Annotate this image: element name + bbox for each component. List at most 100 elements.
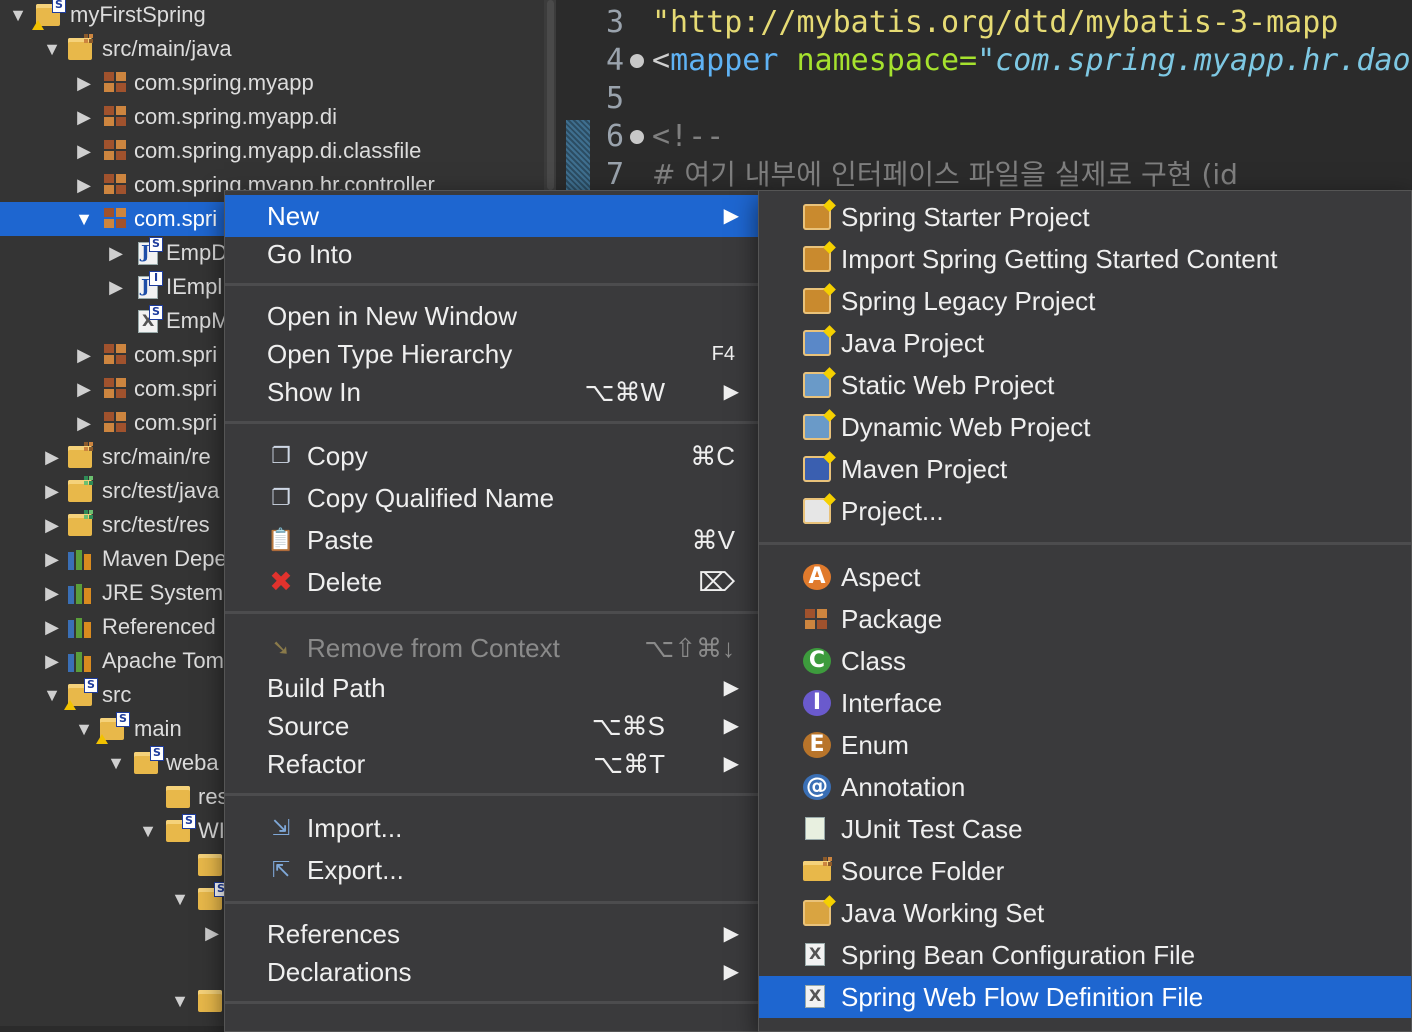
twisty-collapsed-icon[interactable]: ▶ <box>42 576 62 610</box>
menu-item-spring-starter-project[interactable]: Spring Starter Project <box>759 196 1411 238</box>
menu-item-spring-bean-config[interactable]: X Spring Bean Configuration File <box>759 934 1411 976</box>
twisty-expanded-icon[interactable]: ▼ <box>106 746 126 780</box>
menu-item-references[interactable]: References ▶ <box>225 913 761 955</box>
tree-item-package[interactable]: ▶ com.spring.myapp.di <box>0 100 556 134</box>
menu-shortcut: ⌘V <box>691 525 735 555</box>
menu-item-paste[interactable]: 📋 Paste ⌘V <box>225 519 761 561</box>
menu-item-label: New <box>267 201 320 231</box>
twisty-collapsed-icon[interactable]: ▶ <box>42 542 62 576</box>
twisty-expanded-icon[interactable]: ▼ <box>42 32 62 66</box>
menu-item-aspect[interactable]: A Aspect <box>759 556 1411 598</box>
menu-separator <box>225 611 761 614</box>
menu-separator <box>225 283 761 286</box>
menu-item-dynamic-web-project[interactable]: Dynamic Web Project <box>759 406 1411 448</box>
source-folder-icon <box>68 34 94 60</box>
menu-item-import-spring-content[interactable]: Import Spring Getting Started Content <box>759 238 1411 280</box>
menu-item-show-in[interactable]: Show In ⌥⌘W ▶ <box>225 371 761 413</box>
menu-item-copy-qualified-name[interactable]: ❐ Copy Qualified Name <box>225 477 761 519</box>
menu-item-project[interactable]: Project... <box>759 490 1411 532</box>
twisty-collapsed-icon[interactable]: ▶ <box>74 372 94 406</box>
tree-item-package[interactable]: ▶ com.spring.myapp.di.classfile <box>0 134 556 168</box>
twisty-collapsed-icon[interactable]: ▶ <box>42 474 62 508</box>
menu-item-new[interactable]: New ▶ <box>225 195 761 237</box>
folder-icon: S <box>166 814 196 842</box>
menu-item-source-folder[interactable]: Source Folder <box>759 850 1411 892</box>
menu-item-open-type-hierarchy[interactable]: Open Type Hierarchy F4 <box>225 333 761 375</box>
menu-item-enum[interactable]: E Enum <box>759 724 1411 766</box>
menu-separator <box>225 1001 761 1004</box>
menu-item-refactor[interactable]: Refactor ⌥⌘T ▶ <box>225 743 761 785</box>
twisty-collapsed-icon[interactable]: ▶ <box>106 270 126 304</box>
twisty-collapsed-icon[interactable]: ▶ <box>42 644 62 678</box>
import-icon: ⇲ <box>271 815 291 840</box>
fold-toggle-icon[interactable] <box>630 54 644 68</box>
overview-ruler-marker <box>566 120 590 190</box>
twisty-collapsed-icon[interactable]: ▶ <box>74 100 94 134</box>
twisty-expanded-icon[interactable]: ▼ <box>42 678 62 712</box>
xml-editor[interactable]: 3 "http://mybatis.org/dtd/mybatis-3-mapp… <box>556 0 1412 190</box>
fold-toggle-icon[interactable] <box>630 130 644 144</box>
menu-item-delete[interactable]: ✖ Delete ⌦ <box>225 561 761 603</box>
menu-item-open-in-new-window[interactable]: Open in New Window <box>225 295 761 337</box>
tree-item-label: com.spri <box>134 410 218 435</box>
tree-item-project[interactable]: ▼ S myFirstSpring <box>0 0 556 32</box>
menu-item-spring-legacy-project[interactable]: Spring Legacy Project <box>759 280 1411 322</box>
menu-item-label: Package <box>841 604 943 634</box>
explorer-scrollbar[interactable] <box>544 0 556 190</box>
twisty-collapsed-icon[interactable]: ▶ <box>74 338 94 372</box>
menu-item-static-web-project[interactable]: Static Web Project <box>759 364 1411 406</box>
menu-item-build-path[interactable]: Build Path ▶ <box>225 667 761 709</box>
menu-item-label: Project... <box>841 496 944 526</box>
menu-separator <box>225 901 761 904</box>
twisty-collapsed-icon[interactable]: ▶ <box>74 134 94 168</box>
twisty-expanded-icon[interactable]: ▼ <box>138 814 158 848</box>
java-file-icon: JS <box>138 237 163 265</box>
menu-item-source[interactable]: Source ⌥⌘S ▶ <box>225 705 761 747</box>
twisty-collapsed-icon[interactable]: ▶ <box>74 66 94 100</box>
menu-item-go-into[interactable]: Go Into <box>225 233 761 275</box>
twisty-collapsed-icon[interactable]: ▶ <box>202 916 222 950</box>
twisty-collapsed-icon[interactable]: ▶ <box>74 168 94 202</box>
import-spring-content-icon <box>803 246 831 272</box>
twisty-expanded-icon[interactable]: ▼ <box>74 202 94 236</box>
twisty-collapsed-icon[interactable]: ▶ <box>42 610 62 644</box>
code-line: <!-- <box>652 119 725 154</box>
twisty-expanded-icon[interactable]: ▼ <box>170 984 190 1018</box>
menu-item-remove-from-context[interactable]: ➘ Remove from Context ⌥⇧⌘↓ <box>225 627 761 669</box>
twisty-collapsed-icon[interactable]: ▶ <box>42 508 62 542</box>
menu-item-package[interactable]: Package <box>759 598 1411 640</box>
menu-item-label: Declarations <box>267 957 412 987</box>
twisty-expanded-icon[interactable]: ▼ <box>170 882 190 916</box>
tree-item-src-main-java[interactable]: ▼ src/main/java <box>0 32 556 66</box>
menu-item-label: Source <box>267 711 350 741</box>
menu-item-annotation[interactable]: @ Annotation <box>759 766 1411 808</box>
twisty-collapsed-icon[interactable]: ▶ <box>42 440 62 474</box>
menu-item-java-project[interactable]: Java Project <box>759 322 1411 364</box>
tree-item-label: IEmpl <box>166 274 223 299</box>
test-source-folder-icon <box>68 476 94 502</box>
menu-item-junit-test-case[interactable]: JUnit Test Case <box>759 808 1411 850</box>
menu-item-declarations[interactable]: Declarations ▶ <box>225 951 761 993</box>
twisty-collapsed-icon[interactable]: ▶ <box>106 236 126 270</box>
tree-item-package[interactable]: ▶ com.spring.myapp <box>0 66 556 100</box>
new-submenu: Spring Starter Project Import Spring Get… <box>758 190 1412 1032</box>
package-icon <box>104 140 128 162</box>
package-icon <box>104 344 128 366</box>
menu-item-export[interactable]: ⇱ Export... <box>225 849 761 891</box>
twisty-expanded-icon[interactable]: ▼ <box>74 712 94 746</box>
menu-item-label: Refactor <box>267 749 366 779</box>
scrollbar-thumb[interactable] <box>547 0 554 190</box>
menu-item-class[interactable]: C Class <box>759 640 1411 682</box>
menu-item-interface[interactable]: I Interface <box>759 682 1411 724</box>
menu-item-import[interactable]: ⇲ Import... <box>225 807 761 849</box>
twisty-collapsed-icon[interactable]: ▶ <box>74 406 94 440</box>
interface-icon: I <box>803 690 831 716</box>
menu-item-java-working-set[interactable]: Java Working Set <box>759 892 1411 934</box>
menu-item-spring-web-flow[interactable]: X Spring Web Flow Definition File <box>759 976 1411 1018</box>
menu-item-maven-project[interactable]: Maven Project <box>759 448 1411 490</box>
dynamic-web-project-icon <box>803 414 831 440</box>
twisty-expanded-icon[interactable]: ▼ <box>8 0 28 32</box>
tree-item-label: com.spring.myapp.di <box>134 104 337 129</box>
menu-item-copy[interactable]: ❐ Copy ⌘C <box>225 435 761 477</box>
menu-shortcut: ⌦ <box>698 567 735 597</box>
